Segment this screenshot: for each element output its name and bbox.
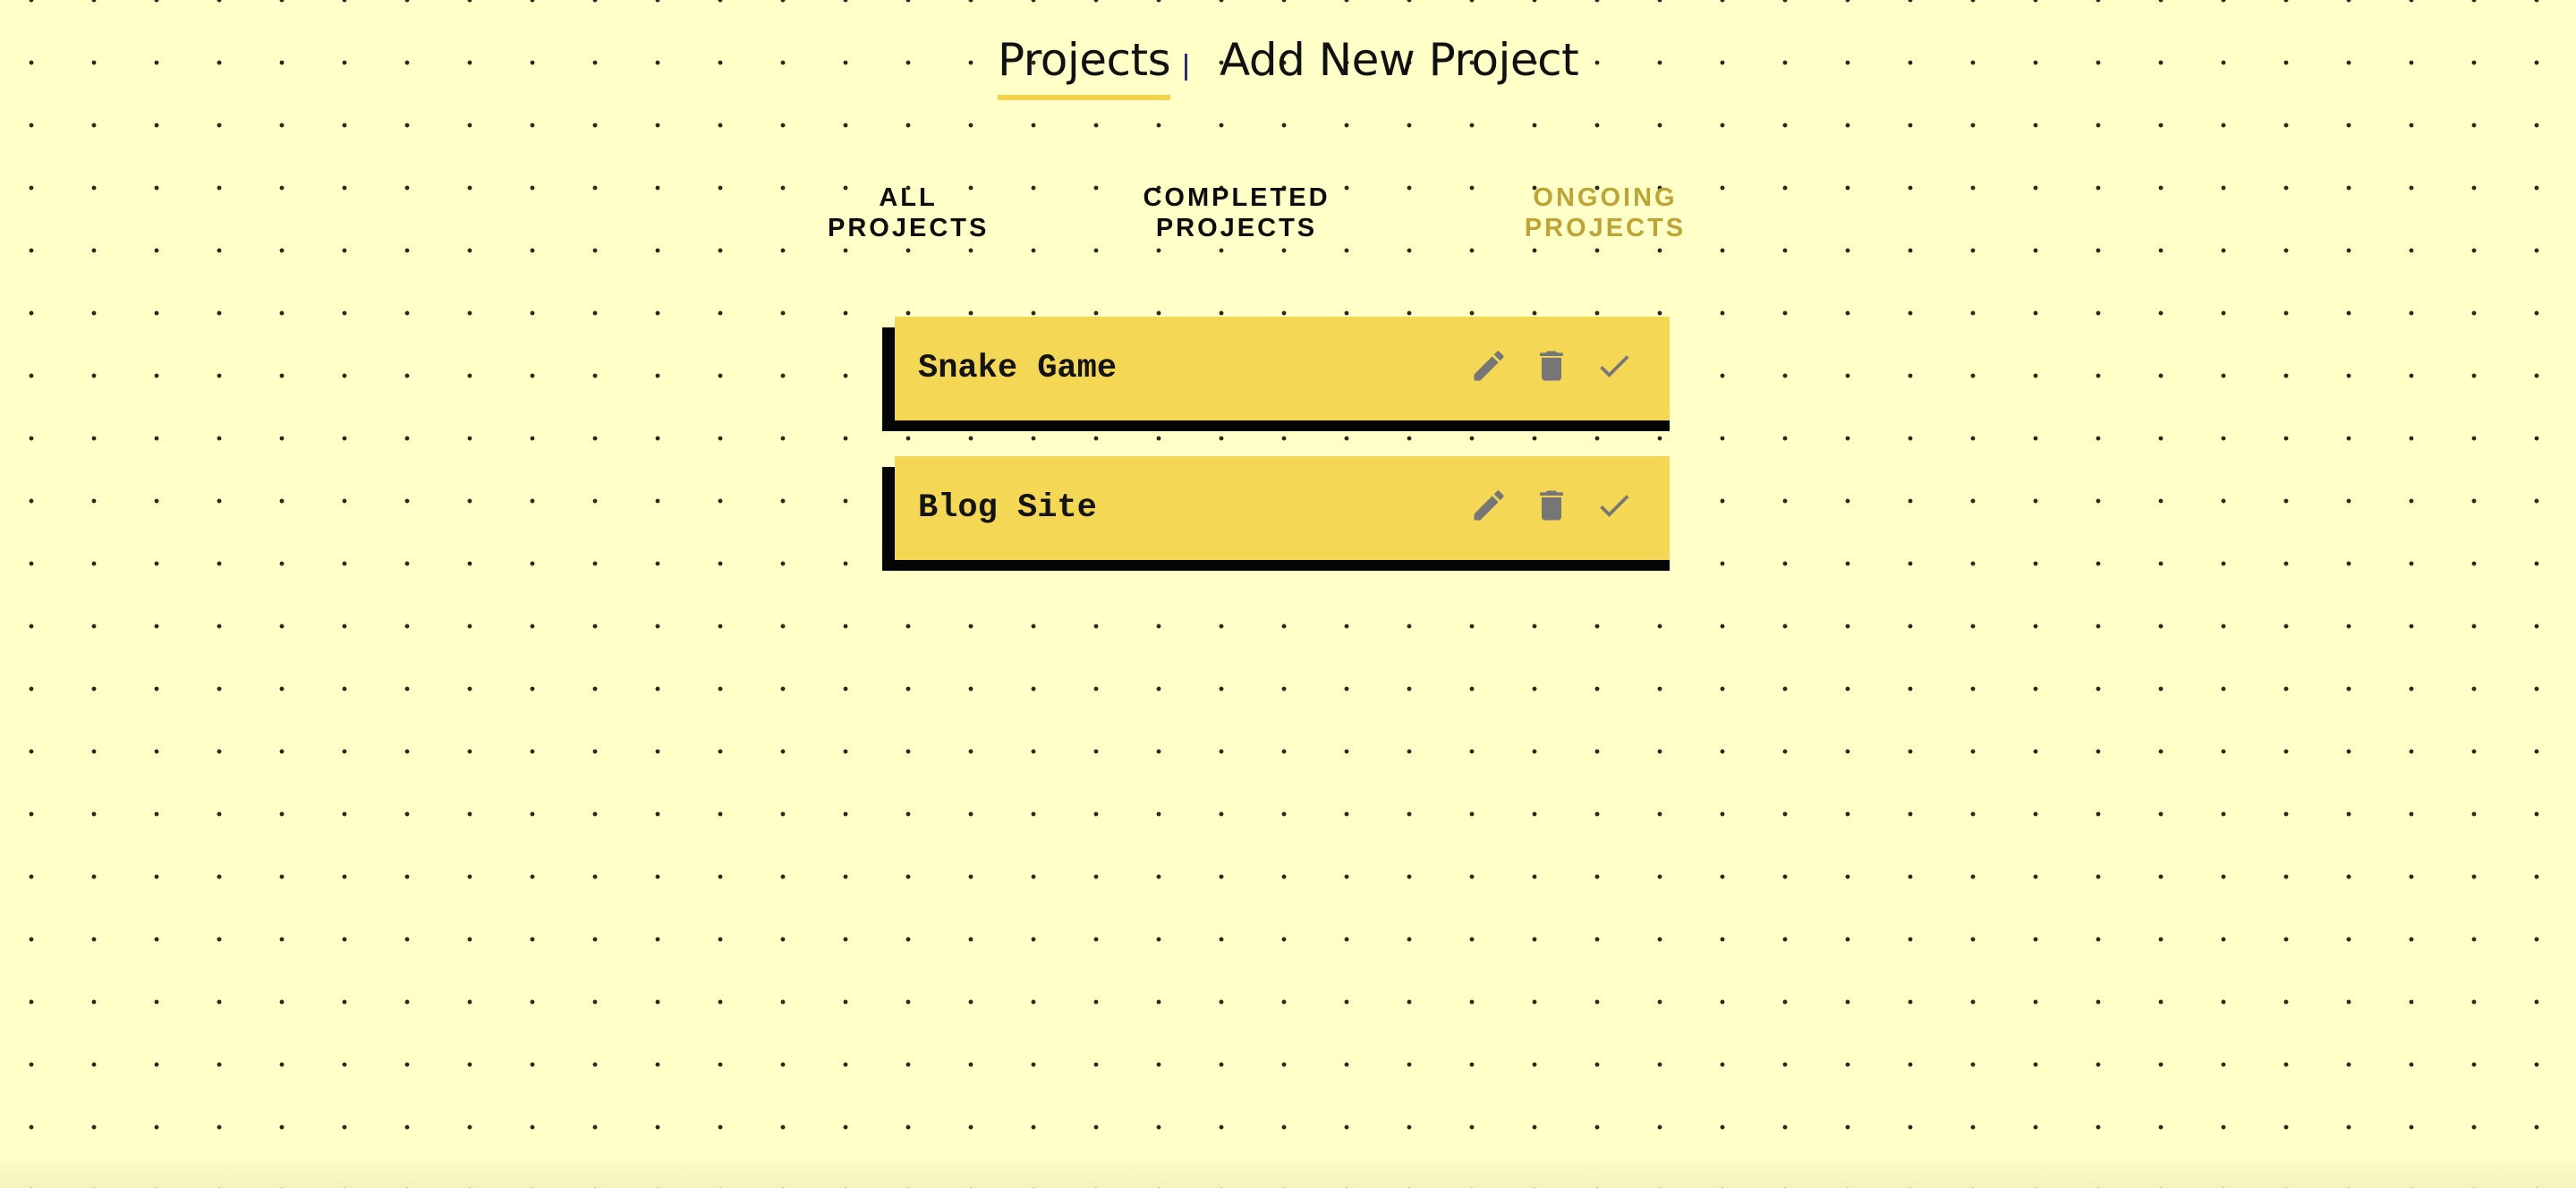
nav-link-add-new-project[interactable]: Add New Project (1220, 34, 1579, 86)
top-navigation: Projects Add New Project (0, 34, 2576, 115)
project-actions (1448, 344, 1636, 387)
project-list: Snake Game Blog Site (882, 317, 1683, 596)
bottom-shade (0, 1152, 2576, 1188)
trash-icon[interactable] (1530, 484, 1573, 527)
project-title: Blog Site (918, 489, 1097, 527)
filter-completed-projects[interactable]: COMPLETED PROJECTS (1135, 182, 1339, 243)
project-actions (1448, 484, 1636, 527)
project-card-body[interactable]: Snake Game (895, 317, 1670, 420)
filter-completed-line2: PROJECTS (1155, 214, 1318, 242)
check-icon[interactable] (1593, 344, 1636, 387)
check-icon[interactable] (1593, 484, 1636, 527)
filter-all-line1: ALL (879, 183, 938, 212)
project-title: Snake Game (918, 350, 1118, 387)
filter-all-projects[interactable]: ALL PROJECTS (828, 182, 989, 243)
filter-all-line2: PROJECTS (828, 214, 990, 242)
nav-link-projects[interactable]: Projects (998, 34, 1171, 100)
nav-separator (1185, 54, 1187, 81)
project-card: Snake Game (882, 317, 1683, 433)
filter-ongoing-line1: ONGOING (1533, 183, 1678, 212)
project-card: Blog Site (882, 456, 1683, 573)
project-card-body[interactable]: Blog Site (895, 456, 1670, 560)
pencil-icon[interactable] (1467, 484, 1510, 527)
filter-ongoing-line2: PROJECTS (1524, 214, 1687, 242)
trash-icon[interactable] (1530, 344, 1573, 387)
pencil-icon[interactable] (1467, 344, 1510, 387)
filter-ongoing-projects[interactable]: ONGOING PROJECTS (1518, 182, 1692, 243)
filter-completed-line1: COMPLETED (1143, 183, 1331, 212)
